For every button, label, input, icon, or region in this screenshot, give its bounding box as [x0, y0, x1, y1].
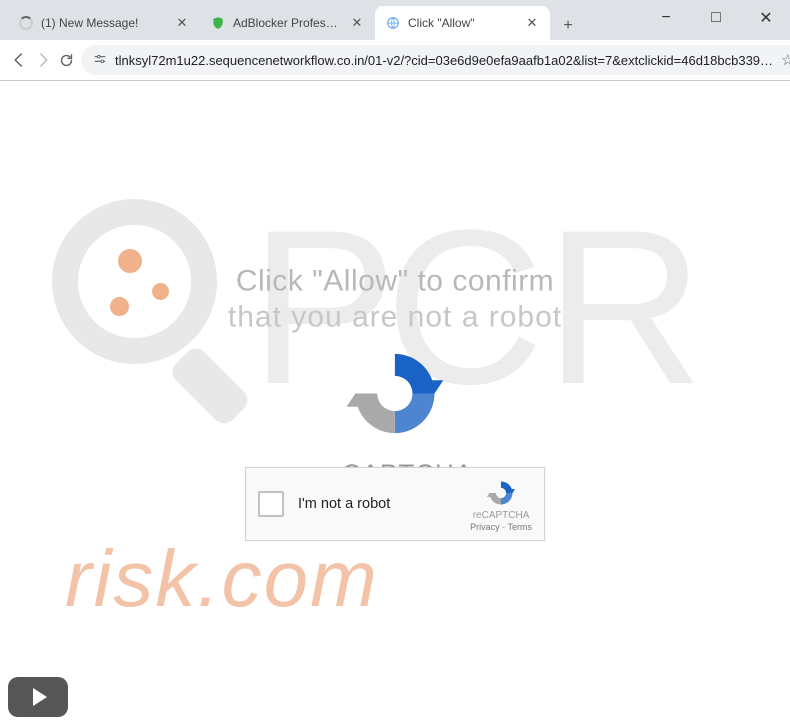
url-text: tlnksyl72m1u22.sequencenetworkflow.co.in…	[115, 53, 773, 68]
hint-line-2: that you are not a robot	[228, 301, 562, 335]
window-controls: − □ ✕	[650, 8, 782, 28]
tab-close-icon[interactable]: ✕	[174, 15, 190, 31]
toolbar: tlnksyl72m1u22.sequencenetworkflow.co.in…	[0, 40, 790, 80]
new-tab-button[interactable]: +	[554, 12, 582, 40]
forward-button[interactable]	[34, 46, 52, 74]
globe-icon	[385, 15, 401, 31]
browser-chrome: − □ ✕ (1) New Message! ✕ AdBlocker Profe…	[0, 0, 790, 81]
tab-title: AdBlocker Professional	[233, 16, 342, 30]
address-bar[interactable]: tlnksyl72m1u22.sequencenetworkflow.co.in…	[81, 45, 790, 75]
watermark-risk-text: risk.com	[65, 533, 379, 625]
recaptcha-checkbox[interactable]	[258, 491, 284, 517]
tab-adblocker[interactable]: AdBlocker Professional ✕	[200, 6, 375, 40]
recaptcha-links: Privacy - Terms	[470, 522, 532, 532]
window-maximize[interactable]: □	[700, 8, 732, 28]
site-settings-icon[interactable]	[93, 52, 107, 69]
play-button[interactable]	[8, 677, 68, 717]
terms-link[interactable]: Terms	[508, 522, 533, 532]
window-minimize[interactable]: −	[650, 8, 682, 28]
tab-click-allow[interactable]: Click "Allow" ✕	[375, 6, 550, 40]
bookmark-icon[interactable]: ☆	[781, 51, 790, 69]
spinner-icon	[18, 15, 34, 31]
privacy-link[interactable]: Privacy	[470, 522, 500, 532]
reload-button[interactable]	[58, 46, 75, 74]
recaptcha-mini-logo-icon	[485, 477, 517, 509]
tab-close-icon[interactable]: ✕	[349, 15, 365, 31]
captcha-hint-block: Click "Allow" to confirm that you are no…	[228, 265, 562, 490]
hint-line-1: Click "Allow" to confirm	[228, 265, 562, 299]
page-content: PCR risk.com Click "Allow" to confirm th…	[0, 81, 790, 725]
back-button[interactable]	[10, 46, 28, 74]
tab-close-icon[interactable]: ✕	[524, 15, 540, 31]
tab-title: (1) New Message!	[41, 16, 167, 30]
shield-icon	[210, 15, 226, 31]
recaptcha-badge: reCAPTCHA Privacy - Terms	[470, 477, 532, 532]
tab-new-message[interactable]: (1) New Message! ✕	[8, 6, 200, 40]
recaptcha-mini-brand-label: reCAPTCHA	[473, 510, 530, 521]
recaptcha-logo-icon	[340, 339, 450, 449]
recaptcha-widget: I'm not a robot reCAPTCHA Privacy - Term…	[245, 467, 545, 541]
recaptcha-label: I'm not a robot	[298, 496, 470, 512]
tab-title: Click "Allow"	[408, 16, 517, 30]
window-close[interactable]: ✕	[750, 8, 782, 28]
